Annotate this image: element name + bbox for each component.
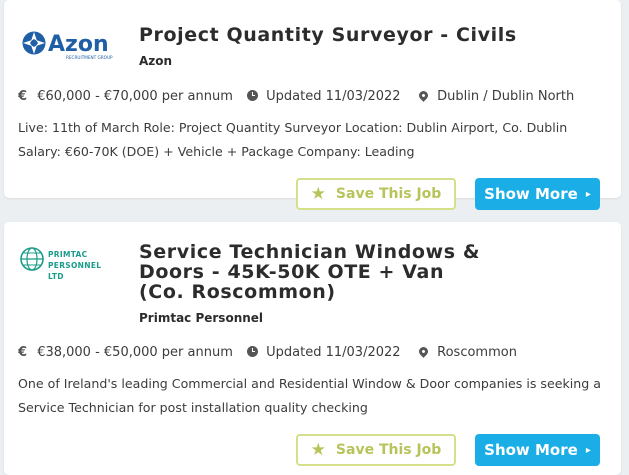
logo-wordmark: Azon (48, 32, 109, 57)
updated-date: Updated 11/03/2022 (247, 345, 401, 360)
salary: € €60,000 - €70,000 per annum (18, 89, 233, 104)
company-logo[interactable]: PRIMTAC PERSONNEL LTD (18, 245, 128, 281)
job-title[interactable]: Project Quantity Surveyor - Civils (139, 25, 609, 45)
logo-wordmark: PRIMTAC PERSONNEL LTD (48, 250, 102, 281)
job-card: Azon RECRUITMENT GROUP Project Quantity … (4, 0, 621, 210)
job-title[interactable]: Service Technician Windows & Doors - 45K… (139, 242, 489, 302)
save-job-label: Save This Job (335, 186, 442, 202)
star-icon: ★ (310, 440, 326, 460)
location-pin-icon (417, 345, 430, 358)
updated-date: Updated 11/03/2022 (247, 89, 401, 104)
save-job-button[interactable]: ★ Save This Job (296, 178, 456, 210)
location: Roscommon (417, 345, 517, 360)
star-icon: ★ (310, 184, 326, 204)
show-more-button[interactable]: Show More ▸ (475, 434, 600, 466)
company-name[interactable]: Primtac Personnel (139, 311, 263, 325)
salary: € €38,000 - €50,000 per annum (18, 345, 233, 360)
save-job-label: Save This Job (335, 442, 442, 458)
company-logo[interactable]: Azon RECRUITMENT GROUP (21, 26, 121, 64)
show-more-label: Show More (484, 185, 578, 203)
company-name[interactable]: Azon (139, 54, 172, 68)
clock-icon (247, 90, 258, 101)
updated-text: Updated 11/03/2022 (266, 89, 401, 104)
show-more-button[interactable]: Show More ▸ (475, 178, 600, 210)
job-description: Live: 11th of March Role: Project Quanti… (18, 120, 568, 159)
logo-tagline: RECRUITMENT GROUP (66, 55, 113, 60)
location-text: Roscommon (437, 345, 517, 360)
location-text: Dublin / Dublin North (437, 89, 575, 104)
salary-text: €60,000 - €70,000 per annum (37, 89, 233, 104)
clock-icon (247, 346, 258, 357)
location: Dublin / Dublin North (417, 89, 575, 104)
salary-text: €38,000 - €50,000 per annum (37, 345, 233, 360)
caret-right-icon: ▸ (585, 188, 591, 200)
updated-text: Updated 11/03/2022 (266, 345, 401, 360)
caret-right-icon: ▸ (585, 444, 591, 456)
show-more-label: Show More (484, 441, 578, 459)
euro-icon: € (18, 89, 28, 104)
job-description: One of Ireland's leading Commercial and … (18, 376, 601, 415)
euro-icon: € (18, 345, 28, 360)
location-pin-icon (417, 89, 430, 102)
job-card: PRIMTAC PERSONNEL LTD Service Technician… (4, 222, 621, 475)
save-job-button[interactable]: ★ Save This Job (296, 434, 456, 466)
